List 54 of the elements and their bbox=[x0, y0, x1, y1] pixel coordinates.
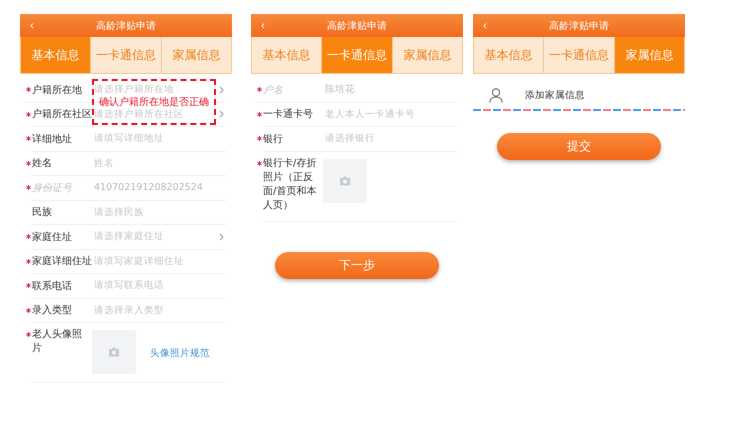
submit-button[interactable]: 下一步 bbox=[275, 252, 439, 278]
input-field[interactable]: 姓名 bbox=[94, 158, 226, 169]
submit-button[interactable]: 提交 bbox=[497, 133, 661, 160]
input-field[interactable]: 请选择民族 bbox=[94, 206, 226, 218]
field-label: 一卡通卡号 bbox=[263, 108, 314, 122]
field-label: 详细地址 bbox=[32, 132, 73, 146]
input-field[interactable]: 请填写详细地址 bbox=[94, 133, 226, 144]
person-icon bbox=[489, 88, 503, 102]
field-label: 民族 bbox=[32, 206, 53, 220]
tab[interactable]: 一卡通信息 bbox=[321, 37, 392, 73]
back-button[interactable]: ‹ bbox=[479, 17, 491, 33]
input-field[interactable]: 请选择家庭住址 bbox=[94, 231, 219, 242]
input-field[interactable]: 请填写联系电话 bbox=[94, 280, 226, 292]
tab[interactable]: 基本信息 bbox=[252, 37, 322, 73]
field-label: 家庭详细住址 bbox=[32, 254, 93, 268]
field-label: 银行 bbox=[263, 132, 284, 146]
photo-upload[interactable] bbox=[92, 330, 136, 374]
camera-icon bbox=[108, 347, 120, 357]
tab[interactable]: 基本信息 bbox=[21, 37, 90, 73]
page-title: 高龄津贴申请 bbox=[327, 20, 387, 32]
field-label: 家庭住址 bbox=[32, 230, 73, 244]
field-label: 联系电话 bbox=[32, 280, 73, 293]
input-field[interactable]: 请选择户籍所在社区 bbox=[94, 108, 219, 120]
field-label: 户名 bbox=[263, 84, 284, 97]
input-field[interactable]: 老人本人一卡通卡号 bbox=[325, 108, 457, 120]
tab[interactable]: 家属信息 bbox=[614, 37, 684, 73]
field-label: 户籍所在地 bbox=[32, 84, 83, 97]
chevron-icon bbox=[219, 232, 224, 241]
photo-upload[interactable] bbox=[323, 158, 367, 202]
tab[interactable]: 家属信息 bbox=[392, 37, 462, 73]
tab[interactable]: 一卡通信息 bbox=[543, 37, 614, 73]
page-title: 高龄津贴申请 bbox=[96, 20, 156, 32]
tab[interactable]: 一卡通信息 bbox=[90, 37, 161, 73]
field-label: 老人头像照片 bbox=[32, 328, 83, 356]
field-label: 身份证号 bbox=[32, 182, 74, 195]
photo-guide-link[interactable]: 头像照片规范 bbox=[150, 347, 210, 360]
input-field[interactable]: 请选择录入类型 bbox=[94, 304, 226, 316]
chevron-icon bbox=[219, 110, 224, 118]
back-button[interactable]: ‹ bbox=[26, 17, 38, 33]
annotation-text: 确认户籍所在地是否正确 bbox=[99, 95, 209, 109]
page-title: 高龄津贴申请 bbox=[549, 20, 609, 32]
field-label: 户籍所在社区 bbox=[32, 108, 93, 122]
chevron-icon bbox=[219, 86, 224, 94]
input-field[interactable]: 请填写家庭详细住址 bbox=[94, 256, 226, 267]
tab[interactable]: 家属信息 bbox=[160, 37, 231, 73]
add-family-link[interactable]: 添加家属信息 bbox=[525, 88, 585, 102]
field-label: 录入类型 bbox=[32, 304, 73, 318]
input-field[interactable]: 请选择户籍所在地 bbox=[94, 84, 219, 96]
back-button[interactable]: ‹ bbox=[257, 17, 269, 33]
field-label: 银行卡/存折照片（正反面/首页和本人页） bbox=[263, 156, 318, 212]
camera-icon bbox=[339, 176, 351, 186]
field-label: 姓名 bbox=[32, 157, 53, 170]
input-field[interactable]: 请选择银行 bbox=[325, 133, 457, 144]
tab[interactable]: 基本信息 bbox=[474, 37, 544, 73]
